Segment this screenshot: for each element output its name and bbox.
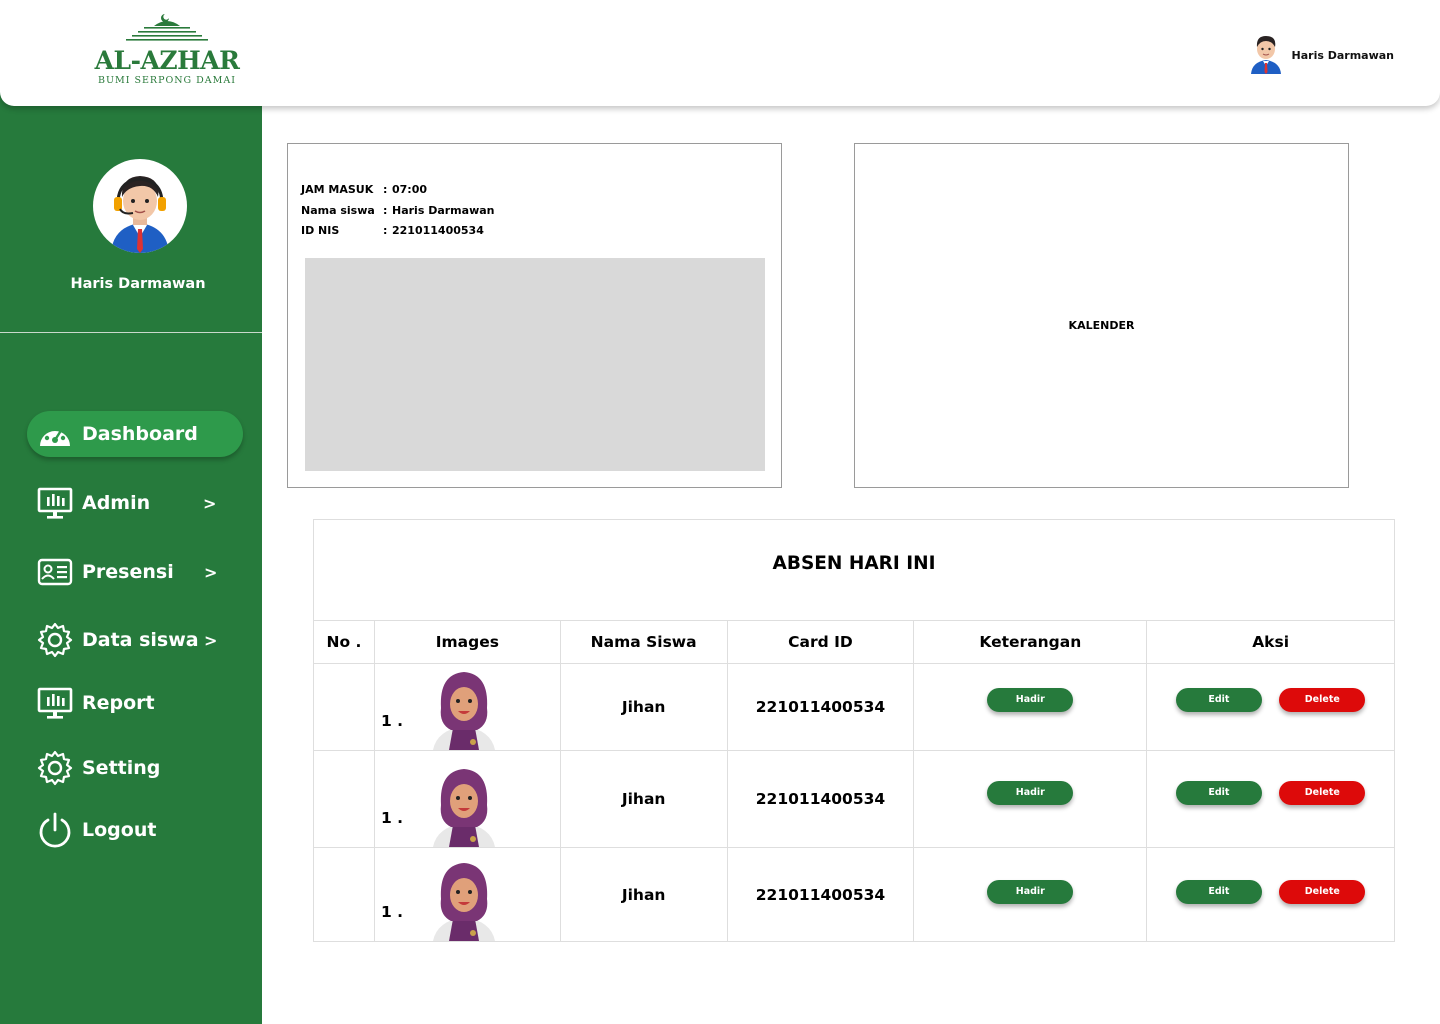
info-row-id-nis: ID NIS : 221011400534 — [301, 221, 494, 242]
chevron-right-icon: > — [203, 493, 217, 513]
action-cell: Edit Delete — [1146, 663, 1395, 751]
attendance-info-card: JAM MASUK : 07:00 Nama siswa : Haris Dar… — [287, 143, 782, 488]
info-separator: : — [383, 203, 388, 217]
sidebar: Haris Darmawan Dashboard Admin > Presens… — [0, 0, 262, 1024]
card-id-cell: 221011400534 — [726, 663, 915, 751]
sidebar-label-admin: Admin — [82, 492, 151, 514]
chevron-right-icon: > — [204, 630, 218, 650]
info-row-jam-masuk: JAM MASUK : 07:00 — [301, 180, 494, 201]
sidebar-item-admin[interactable]: Admin > — [36, 484, 216, 522]
sidebar-label-report: Report — [82, 692, 155, 714]
sidebar-label-data-siswa: Data siswa — [82, 629, 199, 651]
student-photo — [432, 863, 495, 941]
info-key: Nama siswa — [301, 203, 375, 217]
calendar-card[interactable]: KALENDER — [854, 143, 1349, 488]
student-name-cell: Jihan — [559, 847, 728, 942]
camera-preview-placeholder — [305, 258, 765, 471]
info-separator: : — [383, 183, 388, 196]
attendance-table-card: ABSEN HARI INI No . Images Nama Siswa Ca… — [313, 519, 1395, 942]
student-name-cell: Jihan — [559, 750, 728, 848]
no-cell — [313, 663, 375, 751]
image-cell: 1 . — [373, 750, 561, 848]
student-photo — [432, 769, 495, 847]
status-cell: Hadir — [913, 847, 1148, 942]
sidebar-item-data-siswa[interactable]: Data siswa > — [36, 621, 217, 659]
sidebar-label-setting: Setting — [82, 757, 161, 779]
sidebar-item-dashboard[interactable]: Dashboard — [36, 415, 198, 453]
delete-button[interactable]: Delete — [1279, 688, 1366, 712]
sidebar-divider — [0, 332, 262, 333]
table-row: 1 . Jihan 221011400534 Hadir Edit Delete — [313, 663, 1395, 751]
info-row-nama-siswa: Nama siswa : Haris Darmawan — [301, 201, 494, 222]
calendar-label: KALENDER — [1068, 319, 1135, 332]
row-number: 1 . — [380, 809, 404, 827]
edit-button[interactable]: Edit — [1175, 781, 1262, 805]
status-hadir-button[interactable]: Hadir — [987, 688, 1074, 712]
status-cell: Hadir — [913, 750, 1148, 848]
image-cell: 1 . — [373, 847, 561, 942]
row-number: 1 . — [380, 903, 404, 921]
table-header-row: No . Images Nama Siswa Card ID Keteranga… — [313, 620, 1395, 664]
column-header-card-id: Card ID — [726, 620, 915, 664]
status-hadir-button[interactable]: Hadir — [987, 781, 1074, 805]
table-row: 1 . Jihan 221011400534 Hadir Edit Delete — [313, 750, 1395, 848]
column-header-nama-siswa: Nama Siswa — [559, 620, 728, 664]
edit-button[interactable]: Edit — [1175, 688, 1262, 712]
card-id-cell: 221011400534 — [726, 750, 915, 848]
monitor-chart-icon — [36, 684, 74, 722]
avatar — [93, 159, 187, 253]
action-cell: Edit Delete — [1146, 847, 1395, 942]
table-title: ABSEN HARI INI — [772, 553, 936, 574]
mosque-emblem-icon — [126, 14, 208, 41]
header-user-menu[interactable]: Haris Darmawan — [1248, 34, 1394, 76]
gear-icon — [36, 749, 74, 787]
info-value: 07:00 — [392, 183, 428, 196]
column-header-aksi: Aksi — [1146, 620, 1395, 664]
info-key: JAM MASUK — [301, 183, 374, 196]
id-card-icon — [36, 553, 74, 591]
column-header-no: No . — [313, 620, 375, 664]
monitor-chart-icon — [36, 484, 74, 522]
action-cell: Edit Delete — [1146, 750, 1395, 848]
card-id-cell: 221011400534 — [726, 847, 915, 942]
school-logo: AL-AZHAR BUMI SERPONG DAMAI — [92, 12, 242, 90]
student-photo — [432, 672, 495, 750]
delete-button[interactable]: Delete — [1279, 781, 1366, 805]
info-separator: : — [383, 224, 388, 237]
gear-icon — [36, 621, 74, 659]
sidebar-label-presensi: Presensi — [82, 561, 174, 583]
sidebar-item-report[interactable]: Report — [36, 684, 155, 722]
status-hadir-button[interactable]: Hadir — [987, 879, 1074, 904]
row-number: 1 . — [380, 712, 404, 730]
logo-text: AL-AZHAR — [94, 46, 240, 75]
user-avatar-icon — [1248, 32, 1284, 78]
top-header: AL-AZHAR BUMI SERPONG DAMAI Haris Darmaw… — [0, 0, 1440, 106]
dashboard-icon — [36, 415, 74, 453]
sidebar-item-logout[interactable]: Logout — [36, 811, 156, 849]
table-row: 1 . Jihan 221011400534 Hadir Edit Delete — [313, 847, 1395, 942]
no-cell — [313, 750, 375, 848]
logo-subtitle: BUMI SERPONG DAMAI — [97, 75, 236, 86]
power-icon — [36, 811, 74, 849]
student-name-cell: Jihan — [559, 663, 728, 751]
chevron-right-icon: > — [204, 562, 218, 582]
info-value: Haris Darmawan — [392, 203, 495, 217]
sidebar-item-setting[interactable]: Setting — [36, 749, 160, 787]
status-cell: Hadir — [913, 663, 1148, 751]
sidebar-label-logout: Logout — [82, 819, 157, 841]
header-user-name: Haris Darmawan — [1291, 48, 1394, 62]
column-header-keterangan: Keterangan — [913, 620, 1148, 664]
info-rows: JAM MASUK : 07:00 Nama siswa : Haris Dar… — [301, 180, 494, 242]
no-cell — [313, 847, 375, 942]
sidebar-item-presensi[interactable]: Presensi > — [36, 553, 217, 591]
info-value: 221011400534 — [392, 224, 484, 237]
sidebar-user-name: Haris Darmawan — [70, 276, 206, 292]
sidebar-label-dashboard: Dashboard — [82, 423, 198, 445]
info-key: ID NIS — [301, 224, 340, 237]
attendance-table: No . Images Nama Siswa Card ID Keteranga… — [313, 620, 1395, 942]
edit-button[interactable]: Edit — [1175, 879, 1262, 904]
image-cell: 1 . — [373, 663, 561, 751]
column-header-images: Images — [373, 620, 561, 664]
delete-button[interactable]: Delete — [1279, 879, 1366, 904]
